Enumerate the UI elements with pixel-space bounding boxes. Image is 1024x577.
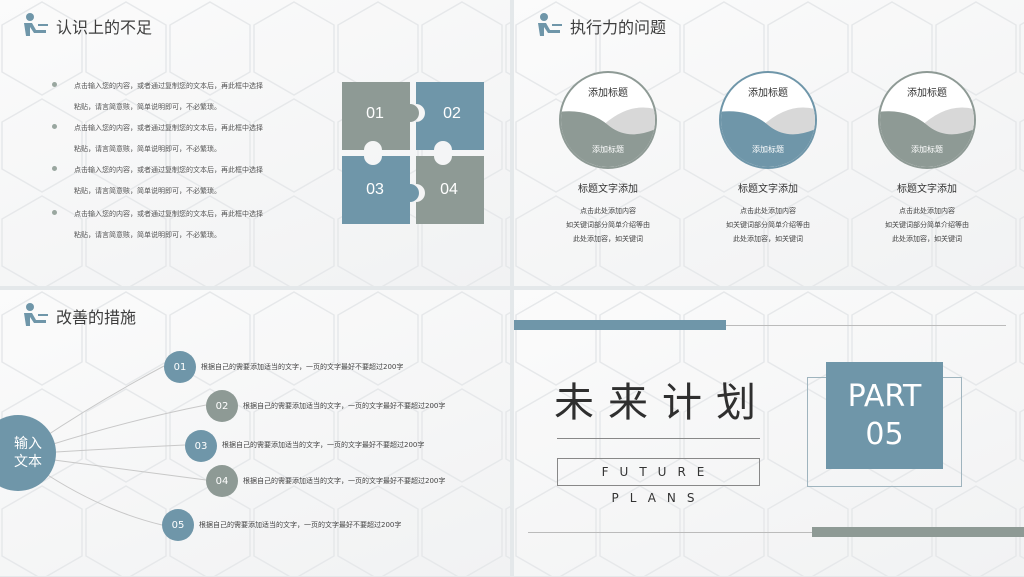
person-desk-icon [538,13,562,36]
accent-bar [812,527,1024,537]
slide-panel-2[interactable]: 执行力的问题 添加标题 添加标题 标题文字添加 点击此处添加内容 如关键词部分简单… [514,0,1024,286]
step-text: 根据自己的需要添加适当的文字，一页的文字最好不要超过200字 [222,441,425,449]
item-desc: 点击此处添加内容 如关键词部分简单介绍等由 此处添加容，如关键词 [566,207,650,243]
slide-panel-4[interactable]: 未来计划 FUTURE PLANS PART 05 [514,290,1024,576]
item-label: 标题文字添加 [738,184,798,195]
item-desc: 点击此处添加内容 如关键词部分简单介绍等由 此处添加容，如关键词 [885,207,969,243]
puzzle-label: 03 [366,181,384,198]
feature-circle: 添加标题 添加标题 [877,70,977,170]
item-label: 标题文字添加 [578,184,638,195]
feature-circle: 添加标题 添加标题 [558,70,658,170]
connector-lines [39,365,207,526]
step-node: 03 [185,430,217,462]
puzzle-label: 01 [366,105,384,122]
puzzle-label: 04 [440,181,458,198]
step-node: 04 [206,465,238,497]
slide-panel-1[interactable]: 认识上的不足 点击输入您的内容，或者通过复制您的文本后，再此框中选择 粘贴，请言简… [0,0,510,286]
step-node: 02 [206,390,238,422]
step-text: 根据自己的需要添加适当的文字，一页的文字最好不要超过200字 [243,477,446,485]
divider [557,438,760,439]
part-badge: PART 05 [826,362,943,469]
step-text: 根据自己的需要添加适当的文字，一页的文字最好不要超过200字 [199,521,402,529]
step-node: 01 [164,351,196,383]
slide-title: 执行力的问题 [570,18,667,37]
accent-bar [514,320,726,330]
puzzle-graphic: 01 02 03 04 [342,82,484,224]
section-title: 未来计划 [554,380,770,426]
divider [726,325,1006,326]
step-node: 05 [162,509,194,541]
puzzle-label: 02 [443,105,461,122]
item-label: 标题文字添加 [897,184,957,195]
slide-title: 认识上的不足 [56,18,153,37]
item-desc: 点击此处添加内容 如关键词部分简单介绍等由 此处添加容，如关键词 [726,207,810,243]
step-text: 根据自己的需要添加适当的文字，一页的文字最好不要超过200字 [201,363,404,371]
section-subtitle: FUTURE PLANS [557,458,760,505]
feature-circle: 添加标题 添加标题 [718,70,818,170]
person-desk-icon [24,13,48,36]
divider [528,532,813,533]
slide-panel-3[interactable]: 改善的措施 输入文本 01 根据自己的需要添加适当的文字，一页的文字最好不要超过… [0,290,510,576]
step-text: 根据自己的需要添加适当的文字，一页的文字最好不要超过200字 [243,402,446,410]
